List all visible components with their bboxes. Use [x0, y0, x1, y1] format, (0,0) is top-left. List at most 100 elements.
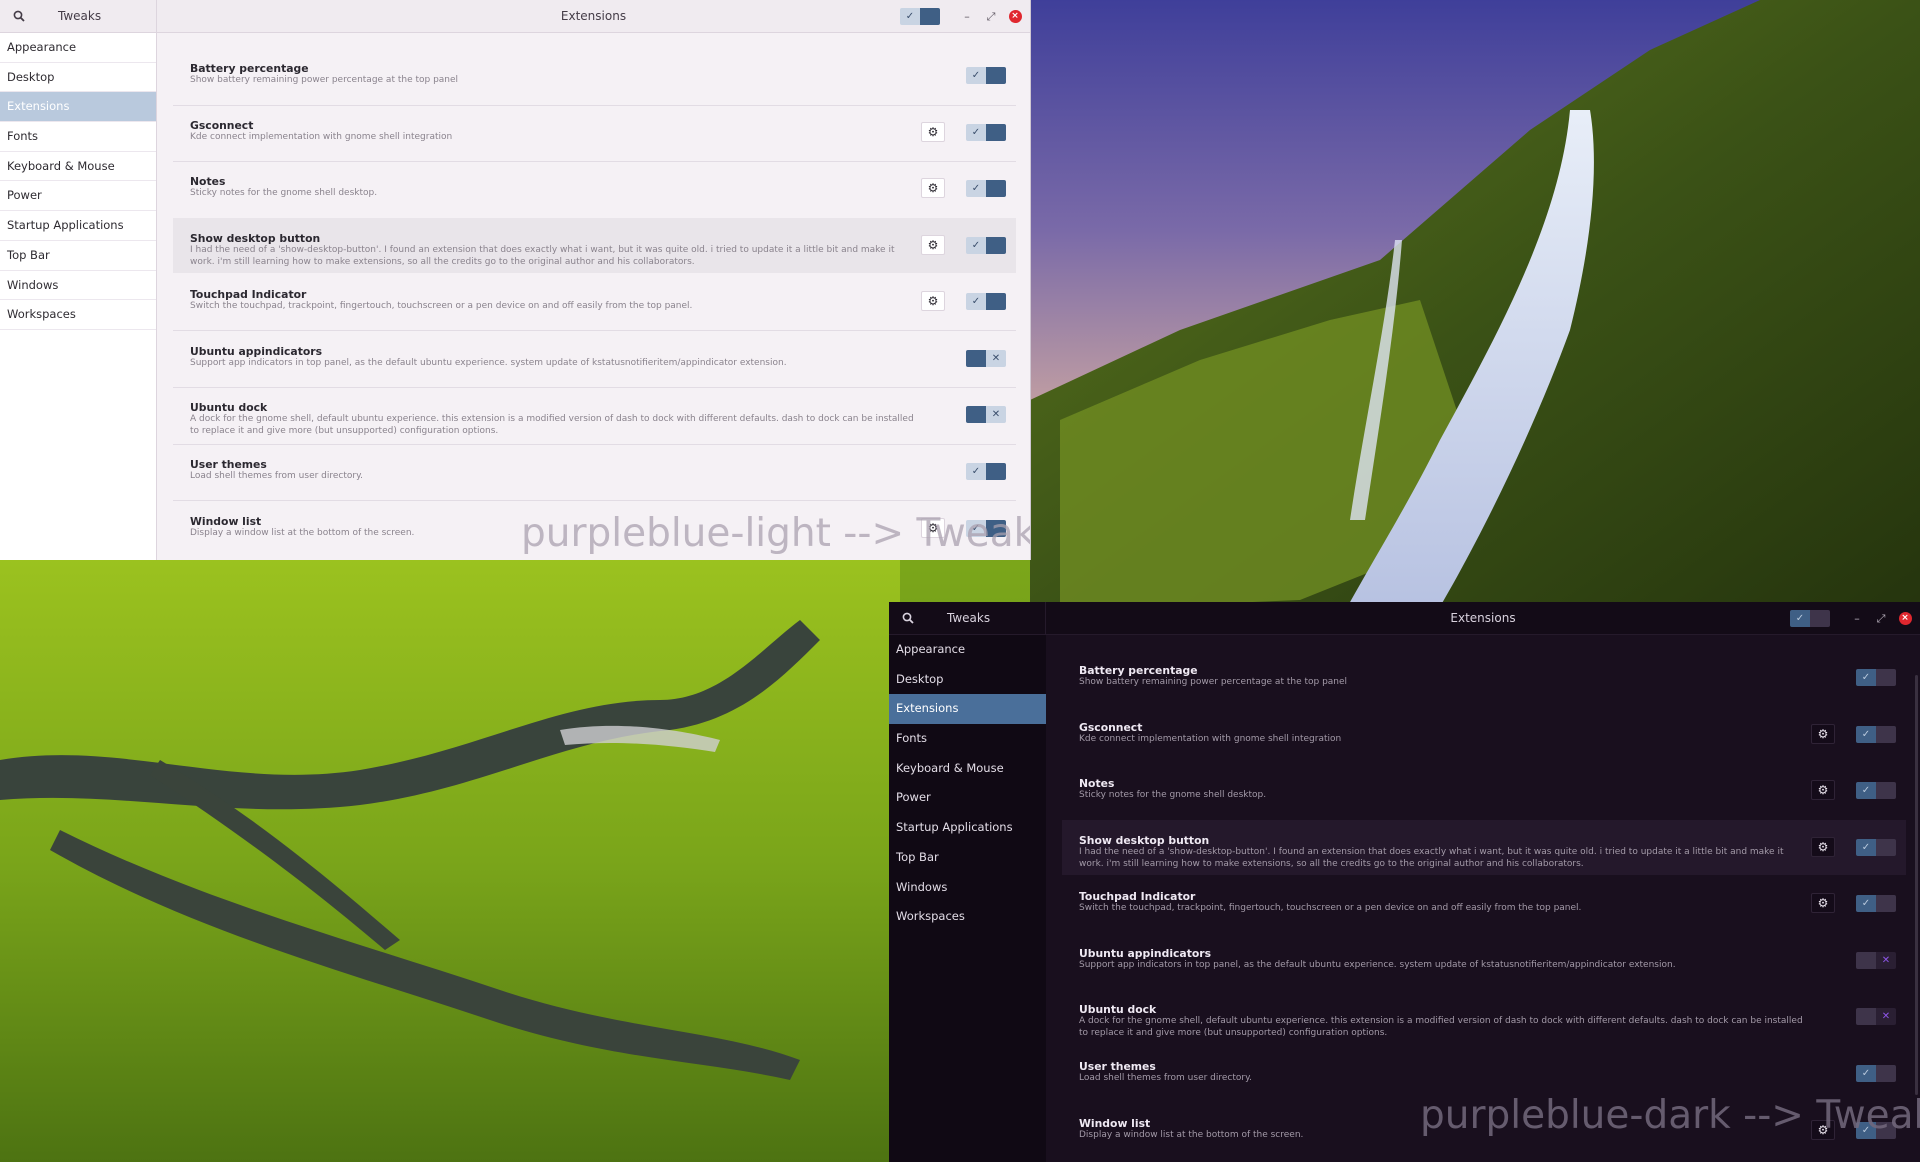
search-button[interactable] — [889, 602, 927, 635]
extension-description: Load shell themes from user directory. — [1079, 1073, 1253, 1083]
extension-toggle[interactable]: ✓ — [966, 293, 1006, 310]
extension-row: Notes Sticky notes for the gnome shell d… — [1062, 763, 1906, 818]
extension-toggle[interactable]: ✓ — [966, 520, 1006, 537]
extensions-list: Battery percentage Show battery remainin… — [1047, 635, 1920, 1162]
extension-toggle[interactable]: ✓ — [966, 180, 1006, 197]
gear-icon: ⚙ — [927, 521, 939, 535]
checkmark-icon: ✓ — [905, 11, 915, 22]
extension-settings-button[interactable]: ⚙ — [921, 235, 945, 255]
sidebar-item-appearance[interactable]: Appearance — [889, 635, 1046, 665]
extension-name: Touchpad Indicator — [1079, 890, 1196, 903]
sidebar-item-extensions[interactable]: Extensions — [0, 92, 156, 123]
extension-toggle[interactable]: ✓ — [1856, 1065, 1896, 1082]
extension-settings-button[interactable]: ⚙ — [1811, 780, 1835, 800]
extension-name: Battery percentage — [190, 62, 309, 75]
sidebar-item-fonts[interactable]: Fonts — [889, 724, 1046, 754]
cross-icon: ✕ — [1881, 955, 1891, 966]
extension-toggle[interactable]: ✓ — [1856, 782, 1896, 799]
minimize-button[interactable]: – — [1848, 610, 1866, 628]
extension-toggle[interactable]: ✓ — [966, 237, 1006, 254]
extension-toggle[interactable]: ✓ — [1856, 839, 1896, 856]
extension-name: Window list — [190, 515, 262, 528]
extension-toggle[interactable]: ✓ — [966, 124, 1006, 141]
extension-description: Switch the touchpad, trackpoint, fingert… — [190, 301, 693, 311]
close-button[interactable]: × — [1006, 8, 1024, 26]
extension-row: Show desktop button I had the need of a … — [173, 218, 1016, 273]
restore-icon: ⤢ — [986, 9, 996, 23]
sidebar-item-top-bar[interactable]: Top Bar — [889, 843, 1046, 873]
sidebar-item-appearance[interactable]: Appearance — [0, 33, 156, 63]
extension-settings-button[interactable]: ⚙ — [1811, 837, 1835, 857]
extension-row: User themes Load shell themes from user … — [173, 444, 1016, 499]
checkmark-icon: ✓ — [971, 70, 981, 81]
gear-icon: ⚙ — [927, 125, 939, 139]
extension-settings-button[interactable]: ⚙ — [921, 122, 945, 142]
extension-row: Ubuntu dock A dock for the gnome shell, … — [1062, 989, 1906, 1044]
search-icon — [902, 612, 914, 624]
extensions-list: Battery percentage Show battery remainin… — [158, 33, 1030, 560]
restore-button[interactable]: ⤢ — [1872, 610, 1890, 628]
gear-icon: ⚙ — [1817, 840, 1829, 854]
checkmark-icon: ✓ — [1861, 785, 1871, 796]
extension-settings-button[interactable]: ⚙ — [921, 291, 945, 311]
extension-toggle[interactable]: ✕ — [1856, 952, 1896, 969]
sidebar-item-power[interactable]: Power — [889, 783, 1046, 813]
extension-description: Display a window list at the bottom of t… — [1079, 1130, 1304, 1140]
minimize-button[interactable]: – — [958, 8, 976, 26]
extension-toggle[interactable]: ✕ — [966, 406, 1006, 423]
checkmark-icon: ✓ — [971, 296, 981, 307]
extension-row: Touchpad Indicator Switch the touchpad, … — [1062, 876, 1906, 931]
restore-button[interactable]: ⤢ — [982, 8, 1000, 26]
extension-toggle[interactable]: ✓ — [966, 463, 1006, 480]
sidebar-item-fonts[interactable]: Fonts — [0, 122, 156, 152]
extension-name: Ubuntu appindicators — [190, 345, 323, 358]
close-button[interactable]: × — [1896, 610, 1914, 628]
scrollbar[interactable] — [1915, 675, 1918, 1095]
extensions-master-switch[interactable]: ✓ — [900, 8, 940, 25]
gear-icon: ⚙ — [1817, 727, 1829, 741]
page-title: Extensions — [1450, 611, 1516, 625]
extension-description: Kde connect implementation with gnome sh… — [1079, 734, 1342, 744]
extension-toggle[interactable]: ✓ — [966, 67, 1006, 84]
sidebar-item-workspaces[interactable]: Workspaces — [889, 902, 1046, 932]
extension-description: A dock for the gnome shell, default ubun… — [1079, 1016, 1803, 1038]
extensions-master-switch[interactable]: ✓ — [1790, 610, 1830, 627]
extension-toggle[interactable]: ✓ — [1856, 726, 1896, 743]
checkmark-icon: ✓ — [1861, 1125, 1871, 1136]
extension-description: Sticky notes for the gnome shell desktop… — [1079, 790, 1267, 800]
extension-settings-button[interactable]: ⚙ — [1811, 1120, 1835, 1140]
sidebar-item-startup-applications[interactable]: Startup Applications — [0, 211, 156, 241]
sidebar-item-extensions[interactable]: Extensions — [889, 694, 1046, 725]
extension-name: Ubuntu dock — [1079, 1003, 1157, 1016]
extension-row: Ubuntu appindicators Support app indicat… — [173, 331, 1016, 386]
extension-description: Display a window list at the bottom of t… — [190, 528, 415, 538]
extension-toggle[interactable]: ✓ — [1856, 669, 1896, 686]
extension-toggle[interactable]: ✓ — [1856, 895, 1896, 912]
sidebar-item-desktop[interactable]: Desktop — [889, 665, 1046, 695]
extension-row: Battery percentage Show battery remainin… — [1062, 650, 1906, 705]
extension-toggle[interactable]: ✕ — [966, 350, 1006, 367]
sidebar-item-top-bar[interactable]: Top Bar — [0, 241, 156, 271]
extension-name: User themes — [1079, 1060, 1156, 1073]
extension-settings-button[interactable]: ⚙ — [1811, 893, 1835, 913]
sidebar-item-windows[interactable]: Windows — [889, 873, 1046, 903]
extension-description: Switch the touchpad, trackpoint, fingert… — [1079, 903, 1582, 913]
extension-toggle[interactable]: ✕ — [1856, 1008, 1896, 1025]
sidebar-item-keyboard-mouse[interactable]: Keyboard & Mouse — [0, 152, 156, 182]
sidebar-item-power[interactable]: Power — [0, 181, 156, 212]
sidebar-item-workspaces[interactable]: Workspaces — [0, 300, 156, 330]
minimize-icon: – — [1854, 612, 1860, 625]
extension-settings-button[interactable]: ⚙ — [921, 178, 945, 198]
gear-icon: ⚙ — [1817, 783, 1829, 797]
extension-settings-button[interactable]: ⚙ — [1811, 724, 1835, 744]
cross-icon: ✕ — [1881, 1011, 1891, 1022]
search-icon — [13, 10, 25, 22]
search-button[interactable] — [0, 0, 38, 33]
header-bar: Tweaks Extensions ✓ – ⤢ × — [0, 0, 1030, 33]
sidebar-item-desktop[interactable]: Desktop — [0, 63, 156, 93]
extension-toggle[interactable]: ✓ — [1856, 1122, 1896, 1139]
sidebar-item-startup-applications[interactable]: Startup Applications — [889, 813, 1046, 843]
sidebar-item-keyboard-mouse[interactable]: Keyboard & Mouse — [889, 754, 1046, 784]
extension-settings-button[interactable]: ⚙ — [921, 518, 945, 538]
sidebar-item-windows[interactable]: Windows — [0, 271, 156, 301]
